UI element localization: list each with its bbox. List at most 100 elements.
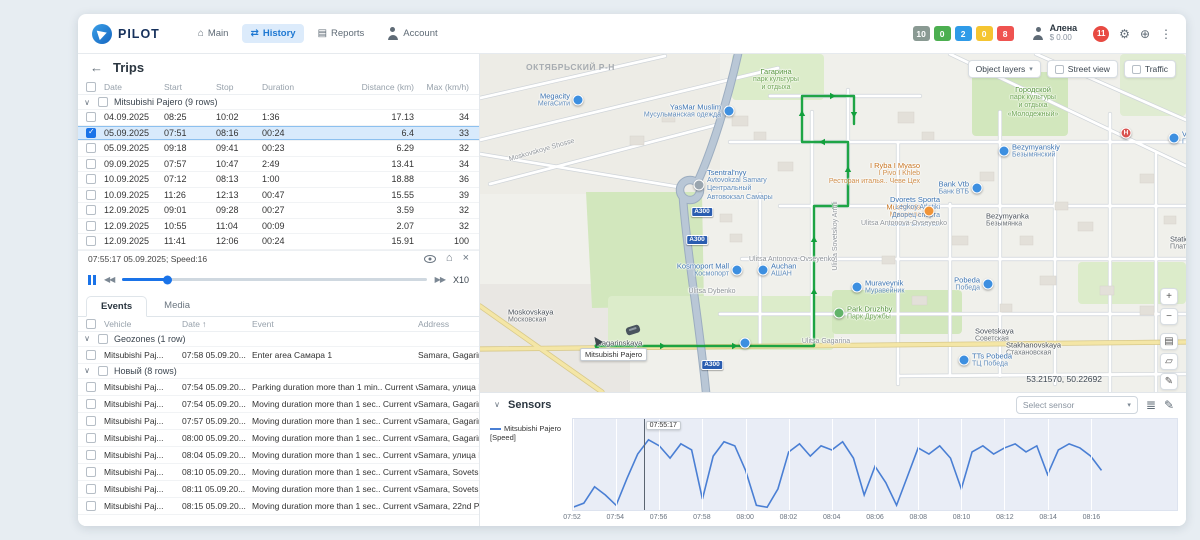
row-checkbox[interactable] [86,350,96,360]
row-checkbox[interactable] [86,112,96,122]
event-group-row[interactable]: ∨Новый (8 rows) [78,364,479,379]
poi-blue-icon[interactable] [999,146,1010,157]
table-row[interactable]: 04.09.202508:2510:021:3617.1334 [78,110,479,126]
object-layers-dropdown[interactable]: Object layers ▾ [968,60,1041,78]
table-row[interactable]: 12.09.202510:5511:0400:092.0732 [78,219,479,235]
globe-icon[interactable]: ⊕ [1140,28,1150,40]
event-group-row[interactable]: ∨Geozones (1 row) [78,332,479,347]
row-checkbox[interactable] [86,174,96,184]
status-badge[interactable]: 8 [997,26,1014,41]
row-checkbox[interactable] [86,159,96,169]
notification-badge[interactable]: 11 [1093,26,1109,42]
row-checkbox[interactable] [86,399,96,409]
kebab-menu-icon[interactable]: ⋮ [1160,28,1172,40]
playback-speed[interactable]: X10 [453,275,469,285]
table-row[interactable]: Mitsubishi Paj...08:10 05.09.20...Moving… [78,464,479,481]
traffic-checkbox[interactable] [1132,65,1141,74]
draw-button[interactable]: ✎ [1160,373,1178,390]
table-row[interactable]: Mitsubishi Paj...08:00 05.09.20...Moving… [78,430,479,447]
status-badge[interactable]: 2 [955,26,972,41]
chevron-down-icon[interactable]: ∨ [82,334,92,343]
table-row[interactable]: 09.09.202507:5710:472:4913.4134 [78,157,479,173]
table-row[interactable]: 05.09.202507:5108:1600:246.433 [78,126,479,142]
table-row[interactable]: 10.09.202507:1208:131:0018.8836 [78,172,479,188]
chevron-down-icon[interactable]: ∨ [82,98,92,107]
sensor-select[interactable]: Select sensor ▾ [1016,396,1138,414]
trips-group-row[interactable]: ∨ Mitsubishi Pajero (9 rows) [78,95,479,110]
back-button[interactable]: ← [90,60,103,75]
rewind-button[interactable]: ◀◀ [104,275,114,284]
row-checkbox[interactable] [86,205,96,215]
group-checkbox[interactable] [98,334,108,344]
row-checkbox[interactable] [86,236,96,246]
table-row[interactable]: 12.09.202509:0109:2800:273.5932 [78,203,479,219]
group-checkbox[interactable] [98,366,108,376]
close-icon[interactable]: × [463,253,469,264]
poi-blue-icon[interactable] [1169,133,1180,144]
poi-blue-icon[interactable] [573,95,584,106]
poi-blue-icon[interactable] [724,106,735,117]
tab-media[interactable]: Media [149,295,205,316]
row-checkbox[interactable] [86,416,96,426]
eye-icon[interactable] [424,255,436,263]
table-row[interactable]: Mitsubishi Paj...08:11 05.09.20...Moving… [78,481,479,498]
tab-events[interactable]: Events [86,296,147,317]
traffic-toggle[interactable]: Traffic [1124,60,1176,78]
table-row[interactable]: Mitsubishi Paj...07:54 05.09.20...Parkin… [78,379,479,396]
zoom-in-button[interactable]: + [1160,288,1178,305]
row-checkbox[interactable] [86,433,96,443]
row-checkbox[interactable] [86,467,96,477]
vehicle-marker[interactable] [625,324,641,336]
row-checkbox[interactable] [86,128,96,138]
area-select-button[interactable]: ▱ [1160,353,1178,370]
table-row[interactable]: 05.09.202509:1809:4100:236.2932 [78,141,479,157]
playback-slider[interactable] [122,278,426,281]
poi-blue-icon[interactable] [758,265,769,276]
table-row[interactable]: Mitsubishi Paj...08:04 05.09.20...Moving… [78,447,479,464]
col-date[interactable]: Date↑ [182,319,252,329]
chevron-down-icon[interactable]: ∨ [492,400,502,409]
select-all-checkbox[interactable] [86,82,96,92]
poi-blue-icon[interactable] [740,338,751,349]
pause-button[interactable] [88,275,96,285]
status-badge[interactable]: 10 [913,26,930,41]
map[interactable]: Mitsubishi Pajero MegacityМегаСитиYasMar… [480,54,1186,392]
nav-main[interactable]: ⌂Main [190,24,237,43]
poi-green-icon[interactable] [834,308,845,319]
table-row[interactable]: Mitsubishi Paj...07:58 05.09.20...Enter … [78,347,479,364]
zoom-out-button[interactable]: − [1160,308,1178,325]
street-view-toggle[interactable]: Street view [1047,60,1118,78]
table-row[interactable]: Mitsubishi Paj...08:15 05.09.20...Moving… [78,498,479,515]
poi-blue-icon[interactable] [732,265,743,276]
app-logo[interactable]: PILOT [92,24,160,44]
status-badge[interactable]: 0 [976,26,993,41]
table-row[interactable]: Mitsubishi Paj...07:54 05.09.20...Moving… [78,396,479,413]
vehicle-label[interactable]: Mitsubishi Pajero [580,348,647,361]
row-checkbox[interactable] [86,484,96,494]
list-icon[interactable]: ≣ [1146,399,1156,411]
poi-blue-icon[interactable] [852,282,863,293]
nav-history[interactable]: ⇄History [242,24,303,43]
group-checkbox[interactable] [98,97,108,107]
nav-reports[interactable]: ▤Reports [310,24,373,43]
slider-thumb[interactable] [163,275,172,284]
row-checkbox[interactable] [86,190,96,200]
user-account[interactable]: Алена $ 0.00 [1032,24,1078,43]
poi-blue-icon[interactable] [959,355,970,366]
row-checkbox[interactable] [86,501,96,511]
brush-icon[interactable]: ✎ [1164,399,1174,411]
speed-chart[interactable]: 07:55:17 [572,418,1178,511]
table-row[interactable]: Mitsubishi Paj...07:57 05.09.20...Moving… [78,413,479,430]
nav-account[interactable]: Account [378,23,445,44]
status-badge[interactable]: 0 [934,26,951,41]
poi-gray-icon[interactable] [694,180,705,191]
row-checkbox[interactable] [86,382,96,392]
fast-forward-button[interactable]: ▶▶ [435,275,445,284]
table-row[interactable]: 12.09.202511:4112:0600:2415.91100 [78,234,479,250]
poi-red-icon[interactable]: H [1121,128,1132,139]
home-icon[interactable]: ⌂ [446,253,453,264]
poi-blue-icon[interactable] [983,279,994,290]
poi-blue-icon[interactable] [972,183,983,194]
table-row[interactable]: 10.09.202511:2612:1300:4715.5539 [78,188,479,204]
gear-icon[interactable]: ⚙ [1119,28,1130,40]
